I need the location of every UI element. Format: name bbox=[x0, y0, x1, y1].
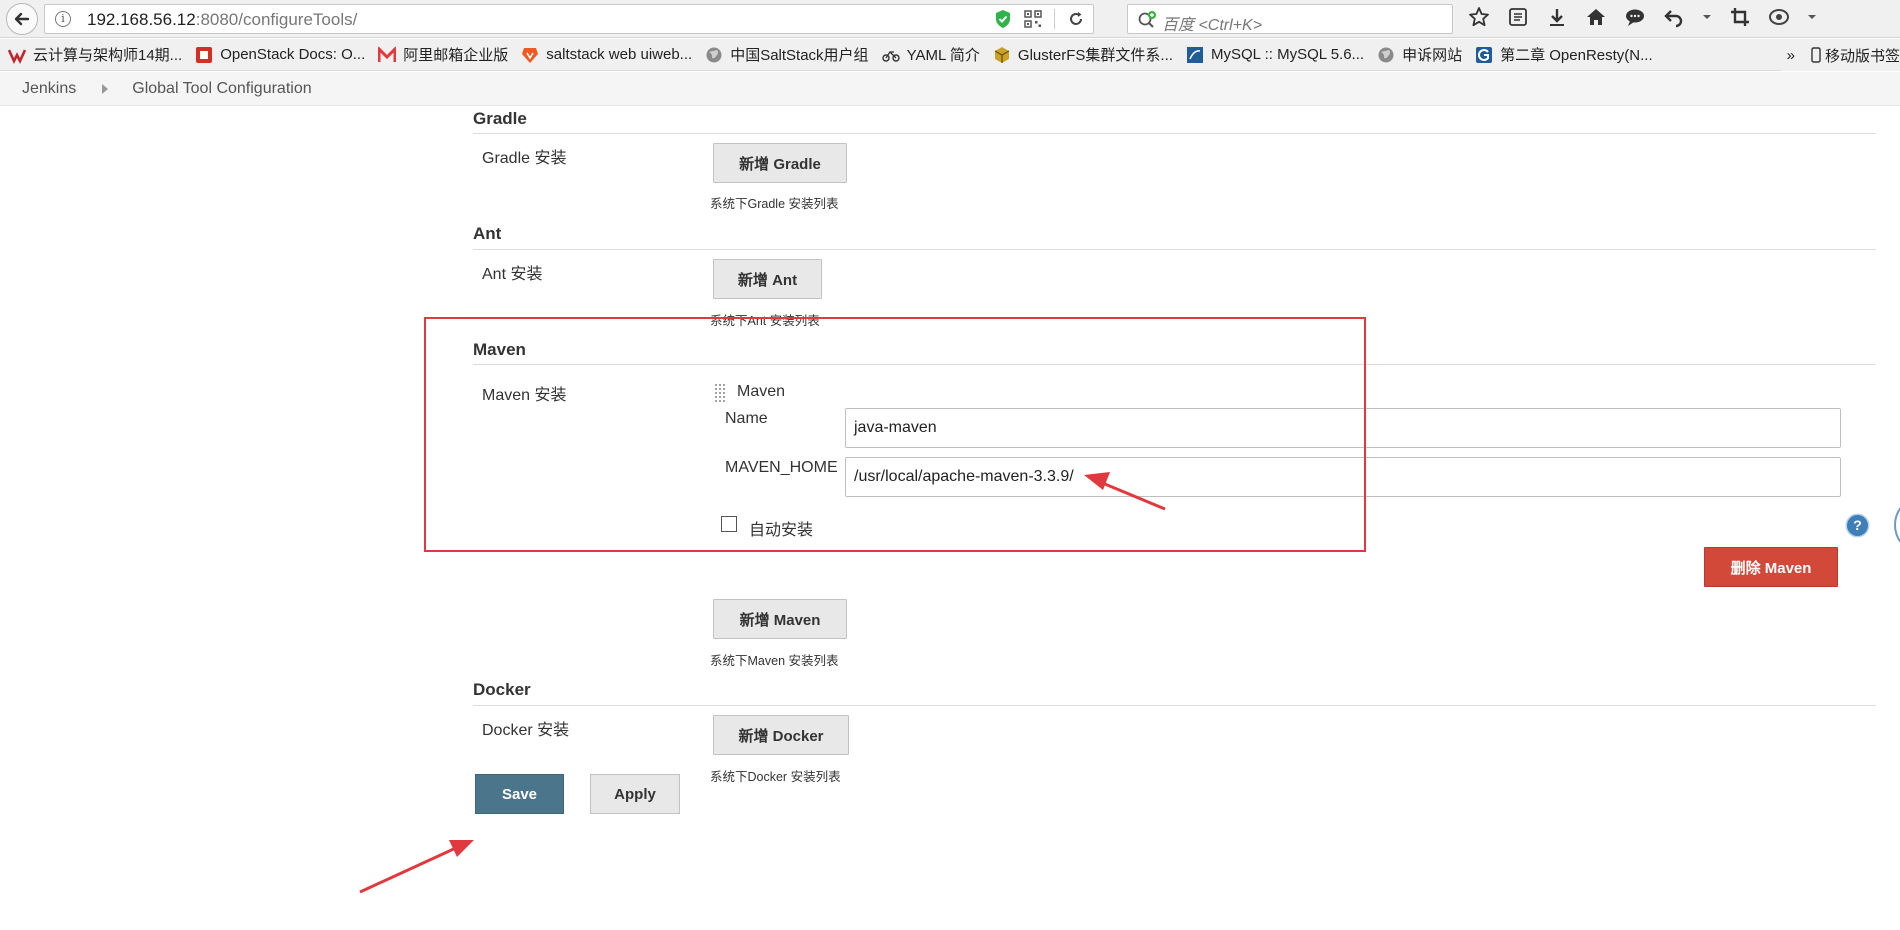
section-divider bbox=[473, 133, 1876, 134]
info-icon[interactable]: i bbox=[55, 11, 71, 27]
breadcrumb-current[interactable]: Global Tool Configuration bbox=[108, 80, 311, 98]
bookmarks-overflow[interactable]: » 移动版书签 bbox=[1780, 39, 1900, 71]
brave-icon bbox=[522, 47, 539, 63]
gradle-install-label: Gradle 安装 bbox=[482, 150, 567, 167]
section-divider bbox=[473, 249, 1876, 250]
browser-nav-icons bbox=[1468, 6, 1817, 28]
bicycle-icon bbox=[881, 50, 900, 62]
save-button[interactable]: Save bbox=[475, 774, 564, 814]
globe-icon bbox=[706, 47, 722, 62]
bookmark-item[interactable]: 中国SaltStack用户组 bbox=[705, 44, 869, 65]
bookmark-item[interactable]: 第二章 OpenResty(N... bbox=[1475, 44, 1653, 65]
download-icon[interactable] bbox=[1546, 6, 1568, 28]
bookmark-item[interactable]: GlusterFS集群文件系... bbox=[993, 44, 1173, 65]
section-title-docker: Docker bbox=[473, 680, 531, 699]
section-title-ant: Ant bbox=[473, 224, 502, 243]
reading-list-icon[interactable] bbox=[1507, 6, 1529, 28]
breadcrumb-jenkins[interactable]: Jenkins bbox=[0, 80, 76, 98]
url-text: 192.168.56.12:8080/configureTools/ bbox=[87, 10, 358, 29]
annotation-highlight-box bbox=[424, 317, 1366, 552]
shield-icon[interactable] bbox=[994, 9, 1012, 29]
maven-hint: 系统下Maven 安装列表 bbox=[710, 654, 839, 668]
vpn-icon[interactable] bbox=[1768, 6, 1790, 28]
mysql-icon bbox=[1186, 46, 1203, 63]
bookmarks-bar: 云计算与架构师14期... OpenStack Docs: O... 阿里邮箱企… bbox=[0, 39, 1900, 71]
overflow-chevron[interactable]: » bbox=[1787, 47, 1795, 64]
divider bbox=[1054, 9, 1055, 29]
delete-maven-button[interactable]: 删除 Maven bbox=[1704, 547, 1838, 587]
mobile-bookmarks-label[interactable]: 移动版书签 bbox=[1825, 45, 1900, 66]
address-bar[interactable]: i 192.168.56.12:8080/configureTools/ bbox=[44, 4, 1094, 34]
browser-toolbar: i 192.168.56.12:8080/configureTools/ 百度 … bbox=[0, 0, 1900, 38]
crop-icon[interactable] bbox=[1729, 6, 1751, 28]
openstack-icon bbox=[196, 46, 213, 63]
bookmark-item[interactable]: 申诉网站 bbox=[1377, 44, 1462, 65]
bookmark-item[interactable]: YAML 简介 bbox=[881, 44, 980, 65]
package-icon bbox=[994, 46, 1010, 63]
chevron-down-icon[interactable] bbox=[1702, 12, 1712, 22]
add-gradle-button[interactable]: 新增 Gradle bbox=[713, 143, 847, 183]
docker-hint: 系统下Docker 安装列表 bbox=[710, 770, 841, 784]
gradle-hint: 系统下Gradle 安装列表 bbox=[710, 197, 839, 211]
back-button[interactable] bbox=[6, 3, 38, 35]
bookmark-item[interactable]: 阿里邮箱企业版 bbox=[378, 44, 508, 65]
partial-help-icon bbox=[1894, 500, 1900, 550]
home-icon[interactable] bbox=[1585, 6, 1607, 28]
section-title-gradle: Gradle bbox=[473, 109, 527, 128]
globe-icon bbox=[1378, 47, 1394, 62]
configure-tools-form: Gradle Gradle 安装 新增 Gradle 系统下Gradle 安装列… bbox=[0, 107, 1900, 930]
search-icon bbox=[1138, 11, 1156, 28]
address-bar-icons bbox=[994, 9, 1085, 29]
annotation-arrow-save bbox=[359, 840, 474, 894]
v-logo-icon bbox=[8, 48, 26, 64]
search-bar[interactable]: 百度 <Ctrl+K> bbox=[1127, 4, 1453, 34]
reload-icon[interactable] bbox=[1067, 10, 1085, 28]
add-maven-button[interactable]: 新增 Maven bbox=[713, 599, 847, 639]
search-placeholder: 百度 <Ctrl+K> bbox=[1162, 17, 1263, 34]
mobile-icon bbox=[1811, 47, 1821, 63]
ant-install-label: Ant 安装 bbox=[482, 266, 543, 283]
menu-chevron-icon[interactable] bbox=[1807, 12, 1817, 22]
arrow-left-icon bbox=[14, 12, 30, 26]
docker-install-label: Docker 安装 bbox=[482, 722, 570, 739]
g-icon bbox=[1476, 46, 1493, 63]
chat-icon[interactable] bbox=[1624, 6, 1646, 28]
qr-code-icon[interactable] bbox=[1024, 10, 1042, 28]
breadcrumb: Jenkins Global Tool Configuration bbox=[0, 72, 1900, 106]
aliyun-mail-icon bbox=[378, 45, 397, 62]
apply-button[interactable]: Apply bbox=[590, 774, 680, 814]
section-divider bbox=[473, 705, 1876, 706]
add-ant-button[interactable]: 新增 Ant bbox=[713, 259, 822, 299]
help-icon[interactable]: ? bbox=[1847, 515, 1868, 536]
bookmark-item[interactable]: 云计算与架构师14期... bbox=[8, 44, 182, 65]
add-docker-button[interactable]: 新增 Docker bbox=[713, 715, 849, 755]
bookmark-item[interactable]: MySQL :: MySQL 5.6... bbox=[1186, 46, 1364, 64]
bookmark-item[interactable]: OpenStack Docs: O... bbox=[195, 46, 365, 64]
undo-icon[interactable] bbox=[1663, 6, 1685, 28]
star-icon[interactable] bbox=[1468, 6, 1490, 28]
bookmark-item[interactable]: saltstack web uiweb... bbox=[521, 46, 692, 64]
